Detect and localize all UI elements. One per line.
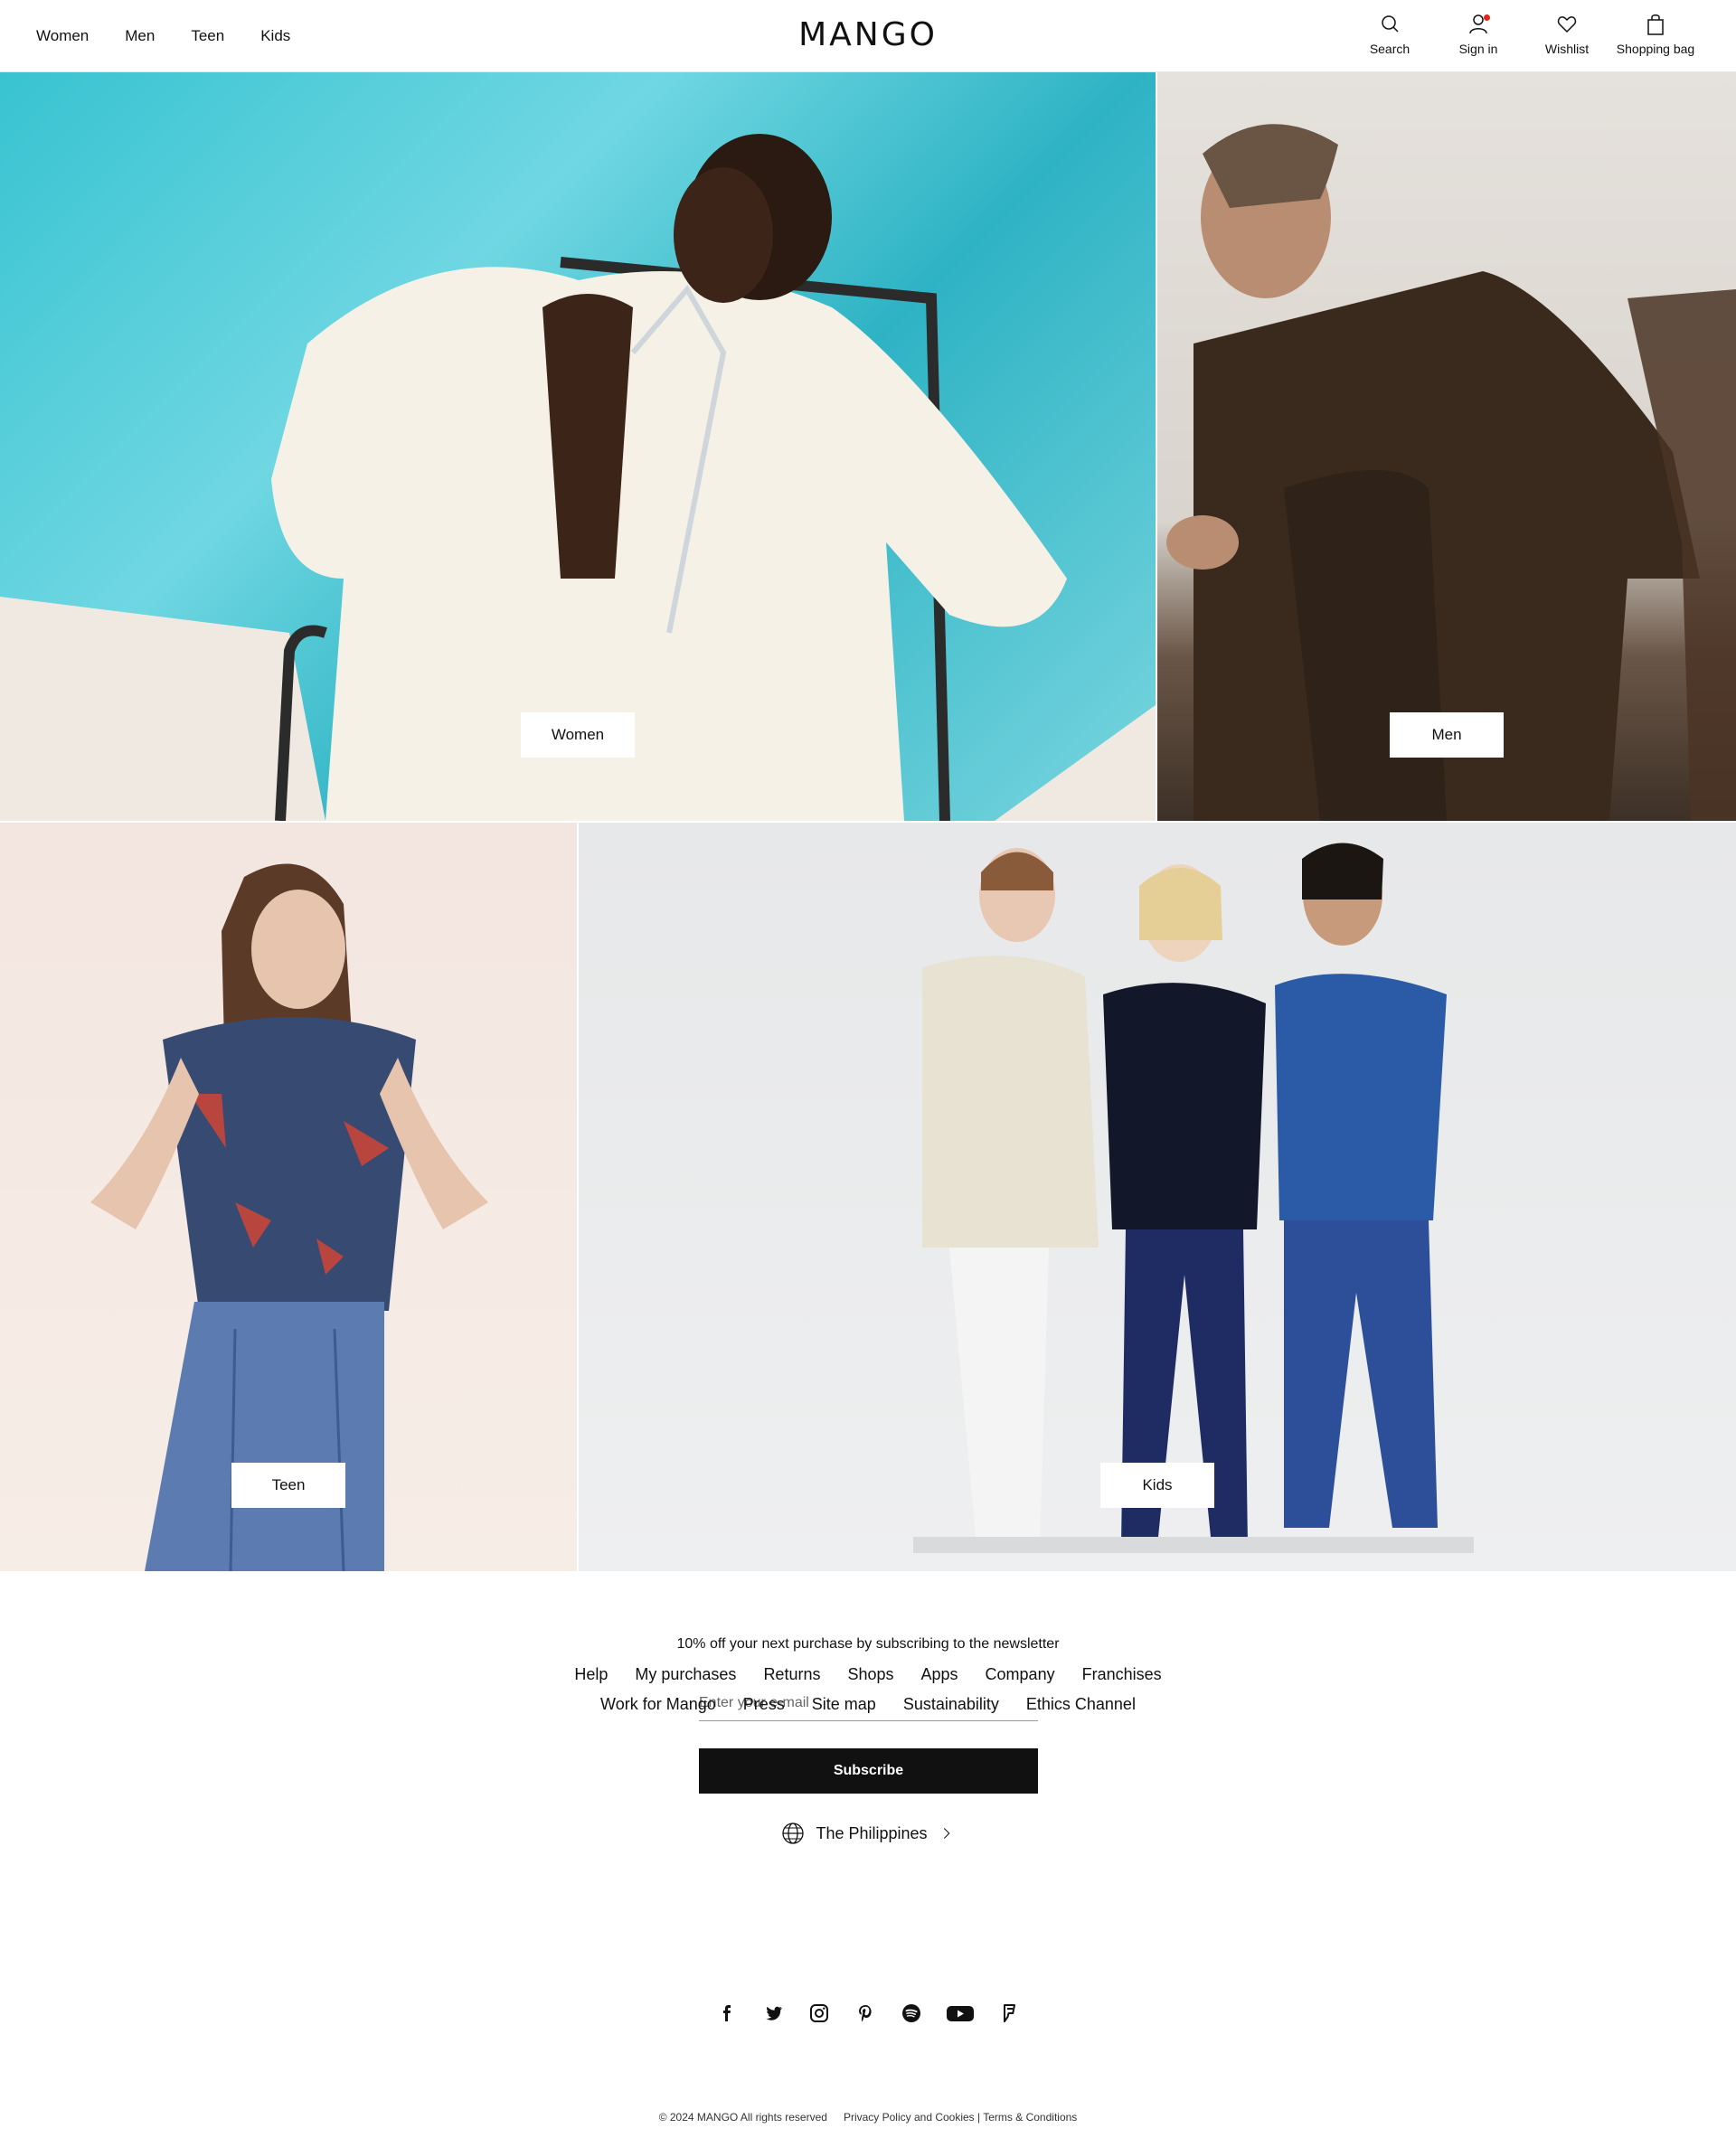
men-category-button[interactable]: Men: [1390, 712, 1504, 758]
legal-bar: © 2024 MANGO All rights reserved Privacy…: [0, 2111, 1736, 2124]
footer-link-franchises[interactable]: Franchises: [1082, 1665, 1162, 1684]
foursquare-icon[interactable]: [997, 2001, 1021, 2025]
sign-in-label: Sign in: [1458, 42, 1498, 56]
nav-men[interactable]: Men: [125, 27, 155, 45]
wishlist-label: Wishlist: [1544, 42, 1590, 56]
footer-link-work-for-mango[interactable]: Work for Mango: [600, 1695, 716, 1714]
footer-link-company[interactable]: Company: [986, 1665, 1055, 1684]
notification-dot: [1484, 14, 1490, 21]
country-label: The Philippines: [816, 1823, 928, 1842]
copyright-text: © 2024 MANGO All rights reserved: [658, 2111, 827, 2124]
shopping-bag-icon: [1647, 14, 1664, 35]
subscribe-button[interactable]: Subscribe: [699, 1748, 1038, 1794]
footer-link-press[interactable]: Press: [743, 1695, 785, 1714]
men-campaign-image: [1166, 124, 1736, 821]
shopping-bag-button[interactable]: Shopping bag: [1611, 13, 1700, 56]
footer-link-site-map[interactable]: Site map: [812, 1695, 876, 1714]
footer-link-apps[interactable]: Apps: [921, 1665, 958, 1684]
footer-link-sustainability[interactable]: Sustainability: [903, 1695, 999, 1714]
shopping-bag-label: Shopping bag: [1616, 42, 1695, 56]
youtube-icon[interactable]: [946, 2001, 975, 2025]
newsletter-title: 10% off your next purchase by subscribin…: [676, 1636, 1060, 1652]
women-campaign-image: [0, 134, 1156, 821]
mango-logo[interactable]: MANGO: [798, 16, 938, 53]
nav-kids[interactable]: Kids: [260, 27, 290, 45]
main-nav: Women Men Teen Kids: [36, 0, 290, 72]
wishlist-button[interactable]: Wishlist: [1523, 13, 1611, 56]
privacy-terms-link[interactable]: Privacy Policy and Cookies | Terms & Con…: [844, 2111, 1077, 2124]
spotify-icon[interactable]: [900, 2001, 923, 2025]
footer-links-secondary: Work for Mango Press Site map Sustainabi…: [0, 1695, 1736, 1714]
twitter-icon[interactable]: [761, 2001, 785, 2025]
footer-link-help[interactable]: Help: [574, 1665, 608, 1684]
footer-links-primary: Help My purchases Returns Shops Apps Com…: [0, 1665, 1736, 1684]
globe-icon: [782, 1822, 805, 1844]
site-header: Women Men Teen Kids MANGO Search Sign in…: [0, 0, 1736, 72]
kids-campaign-image: [913, 843, 1474, 1553]
search-icon: [1382, 15, 1399, 33]
category-teen-tile[interactable]: Teen: [0, 823, 577, 1571]
footer-link-shops[interactable]: Shops: [847, 1665, 893, 1684]
facebook-icon[interactable]: [715, 2001, 739, 2025]
footer-link-my-purchases[interactable]: My purchases: [635, 1665, 736, 1684]
footer-link-returns[interactable]: Returns: [763, 1665, 820, 1684]
footer-link-ethics-channel[interactable]: Ethics Channel: [1026, 1695, 1136, 1714]
nav-women[interactable]: Women: [36, 27, 89, 45]
search-button[interactable]: Search: [1345, 13, 1434, 56]
country-selector[interactable]: The Philippines: [0, 1822, 1736, 1845]
category-kids-tile[interactable]: Kids: [579, 823, 1736, 1571]
social-links: [0, 2001, 1736, 2025]
women-category-button[interactable]: Women: [521, 712, 635, 758]
sign-in-button[interactable]: Sign in: [1434, 13, 1523, 56]
header-actions: Search Sign in Wishlist Shopping bag: [1345, 13, 1700, 56]
heart-icon: [1557, 16, 1577, 33]
nav-teen[interactable]: Teen: [191, 27, 224, 45]
pinterest-icon[interactable]: [854, 2001, 877, 2025]
category-men-tile[interactable]: Men: [1157, 72, 1736, 821]
kids-category-button[interactable]: Kids: [1100, 1463, 1214, 1508]
chevron-right-icon: [943, 1828, 950, 1839]
search-label: Search: [1369, 42, 1410, 56]
teen-campaign-image: [90, 863, 488, 1571]
category-women-tile[interactable]: Women: [0, 72, 1156, 821]
instagram-icon[interactable]: [807, 2001, 831, 2025]
teen-category-button[interactable]: Teen: [231, 1463, 345, 1508]
